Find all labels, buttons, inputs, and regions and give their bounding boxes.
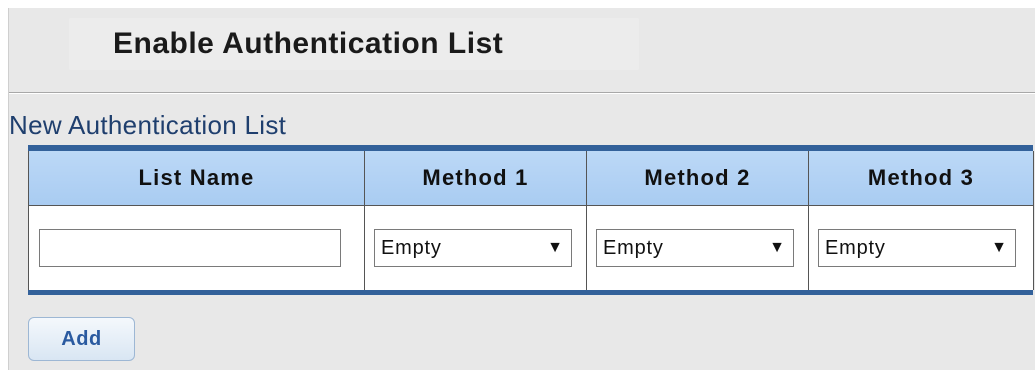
method-2-value: Empty — [603, 237, 664, 259]
header-method-1: Method 1 — [364, 151, 587, 206]
method-1-select[interactable]: Empty ▼ — [374, 229, 572, 267]
method-1-cell: Empty ▼ — [364, 205, 587, 290]
caret-down-icon: ▼ — [547, 239, 563, 256]
auth-list-table: List Name Method 1 Method 2 Method 3 Emp… — [28, 145, 1034, 295]
method-2-cell: Empty ▼ — [586, 205, 809, 290]
method-1-value: Empty — [381, 237, 442, 259]
table-row: Empty ▼ Empty ▼ Empty ▼ — [28, 205, 1034, 290]
list-name-input[interactable] — [39, 229, 341, 267]
title-divider — [9, 92, 1035, 94]
method-3-select[interactable]: Empty ▼ — [818, 229, 1016, 267]
page-title-box: Enable Authentication List — [69, 18, 639, 70]
table-header-row: List Name Method 1 Method 2 Method 3 — [28, 151, 1034, 206]
header-method-2: Method 2 — [586, 151, 809, 206]
method-3-value: Empty — [825, 237, 886, 259]
page-title: Enable Authentication List — [113, 27, 504, 60]
add-button[interactable]: Add — [28, 317, 135, 361]
method-3-cell: Empty ▼ — [808, 205, 1034, 290]
header-list-name: List Name — [28, 151, 365, 206]
header-method-3: Method 3 — [808, 151, 1034, 206]
content-panel: Enable Authentication List New Authentic… — [8, 8, 1035, 370]
list-name-cell — [28, 205, 365, 290]
section-title: New Authentication List — [9, 110, 287, 140]
method-2-select[interactable]: Empty ▼ — [596, 229, 794, 267]
auth-list-grid: List Name Method 1 Method 2 Method 3 Emp… — [28, 151, 1034, 290]
caret-down-icon: ▼ — [769, 239, 785, 256]
caret-down-icon: ▼ — [991, 239, 1007, 256]
